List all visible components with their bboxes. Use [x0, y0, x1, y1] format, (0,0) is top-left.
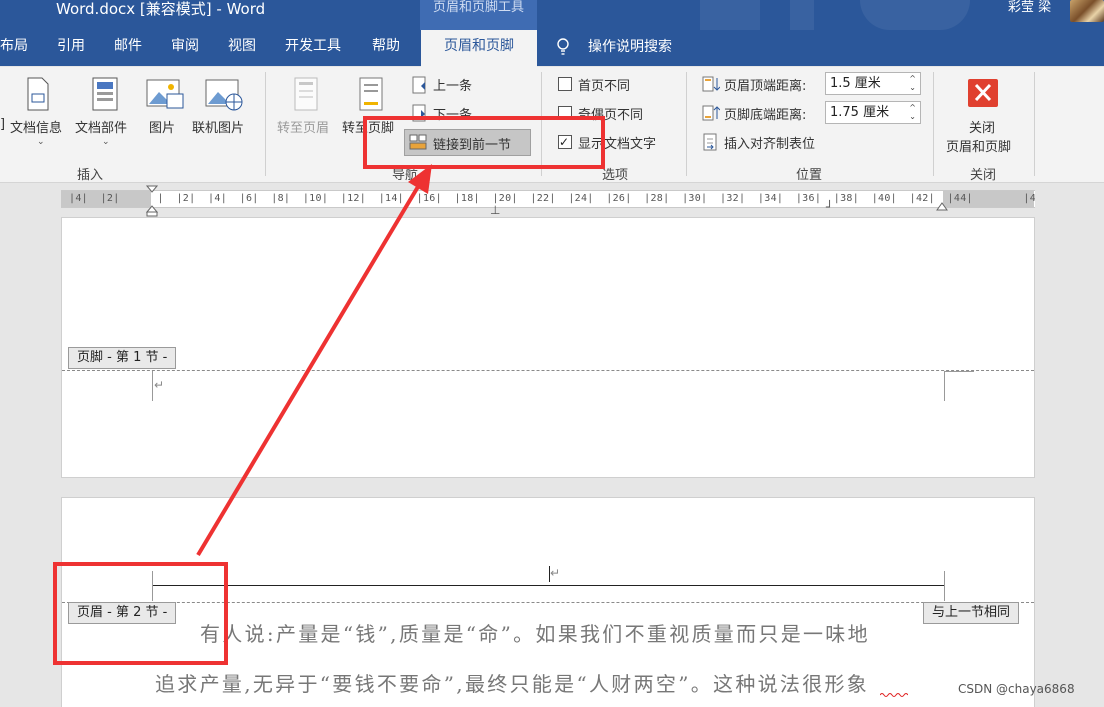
watermark: CSDN @chaya6868	[958, 682, 1075, 696]
annotation-arrow	[196, 164, 432, 557]
